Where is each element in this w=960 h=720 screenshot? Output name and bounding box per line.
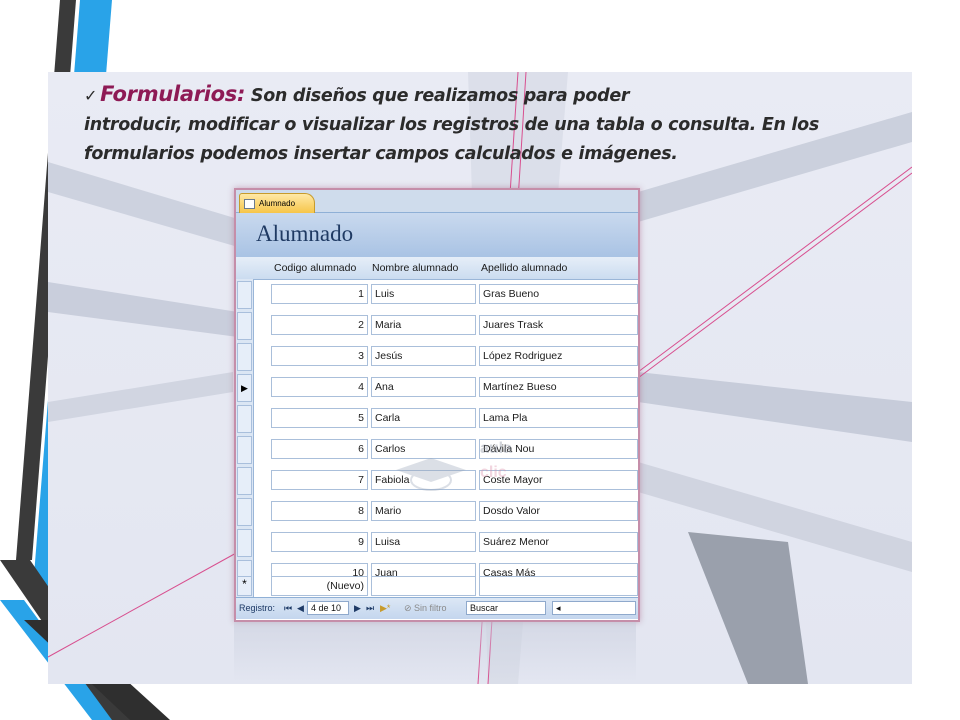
document-tab-strip: Alumnado [236,190,638,213]
filter-icon: ⊘ [404,603,415,613]
table-row: 9 Luisa Suárez Menor [236,529,638,560]
window-reflection [234,622,636,682]
apellido-field[interactable]: Martínez Bueso [479,377,638,397]
last-record-icon[interactable]: ⏭ [366,603,374,614]
watermark-line-2: clic [480,464,507,481]
aulaclic-watermark: aula clic [386,440,512,505]
nombre-field[interactable]: Ana [371,377,476,397]
previous-record-icon[interactable]: ◀ [297,603,304,614]
slide-content-panel: ✓ Formularios: Son diseños que realizamos… [48,72,912,684]
codigo-field[interactable]: 8 [271,501,368,521]
form-icon [244,198,255,209]
new-codigo-field[interactable]: (Nuevo) [271,576,368,596]
new-record-selector[interactable]: * [237,576,252,596]
first-record-icon[interactable]: ⏮ [284,603,292,614]
header-codigo: Codigo alumnado [274,262,357,274]
nav-label: Registro: [239,603,276,613]
slide-keyword: Formularios: [100,82,246,106]
nombre-field[interactable]: Maria [371,315,476,335]
watermark-line-1: aula [480,440,513,457]
record-navigation-bar: Registro: ⏮ ◀ 4 de 10 ▶ ⏭ ▶* ⊘ Sin filtr… [236,597,638,619]
table-row: 4 Ana Martínez Bueso [236,374,638,405]
apellido-field[interactable]: López Rodriguez [479,346,638,366]
next-record-icon[interactable]: ▶ [354,603,361,614]
access-form-window: Alumnado Alumnado Codigo alumnado Nombre… [234,188,640,622]
header-apellido: Apellido alumnado [481,262,568,274]
header-nombre: Nombre alumnado [372,262,459,274]
table-row: 5 Carla Lama Pla [236,405,638,436]
nombre-field[interactable]: Luis [371,284,476,304]
search-input[interactable]: Buscar [466,601,546,615]
new-record-icon[interactable]: ▶* [380,603,390,614]
checkmark-icon: ✓ [84,86,98,105]
codigo-field[interactable]: 6 [271,439,368,459]
slide-text: ✓ Formularios: Son diseños que realizamos… [84,80,884,169]
apellido-field[interactable]: Juares Trask [479,315,638,335]
table-row: 3 Jesús López Rodriguez [236,343,638,374]
codigo-field[interactable]: 7 [271,470,368,490]
slide-text-line-3: formularios podemos insertar campos calc… [84,144,678,164]
nombre-field[interactable]: Luisa [371,532,476,552]
current-record-field[interactable]: 4 de 10 [307,601,349,615]
codigo-field[interactable]: 1 [271,284,368,304]
codigo-field[interactable]: 4 [271,377,368,397]
filter-indicator[interactable]: ⊘ Sin filtro [404,603,447,614]
nombre-field[interactable]: Jesús [371,346,476,366]
filter-label: Sin filtro [414,603,447,613]
codigo-field[interactable]: 9 [271,532,368,552]
apellido-field[interactable]: Suárez Menor [479,532,638,552]
codigo-field[interactable]: 5 [271,408,368,428]
new-apellido-field[interactable] [479,576,638,596]
apellido-field[interactable]: Gras Bueno [479,284,638,304]
horizontal-scrollbar[interactable]: ◂ [552,601,636,615]
table-row: 2 Maria Juares Trask [236,312,638,343]
new-record-row: * (Nuevo) [236,575,638,597]
codigo-field[interactable]: 3 [271,346,368,366]
codigo-field[interactable]: 2 [271,315,368,335]
form-header: Alumnado [236,213,638,257]
table-row: 1 Luis Gras Bueno [236,281,638,312]
tab-alumnado[interactable]: Alumnado [239,193,315,213]
form-title: Alumnado [256,221,354,246]
new-nombre-field[interactable] [371,576,476,596]
slide-text-line-1: ✓ Formularios: Son diseños que realizamos… [84,80,884,111]
tab-label: Alumnado [259,199,296,208]
slide-text-line-2: introducir, modificar o visualizar los r… [84,115,819,135]
column-headers: Codigo alumnado Nombre alumnado Apellido… [236,257,638,280]
apellido-field[interactable]: Lama Pla [479,408,638,428]
slide-line1-rest: Son diseños que realizamos para poder [245,86,630,106]
nombre-field[interactable]: Carla [371,408,476,428]
